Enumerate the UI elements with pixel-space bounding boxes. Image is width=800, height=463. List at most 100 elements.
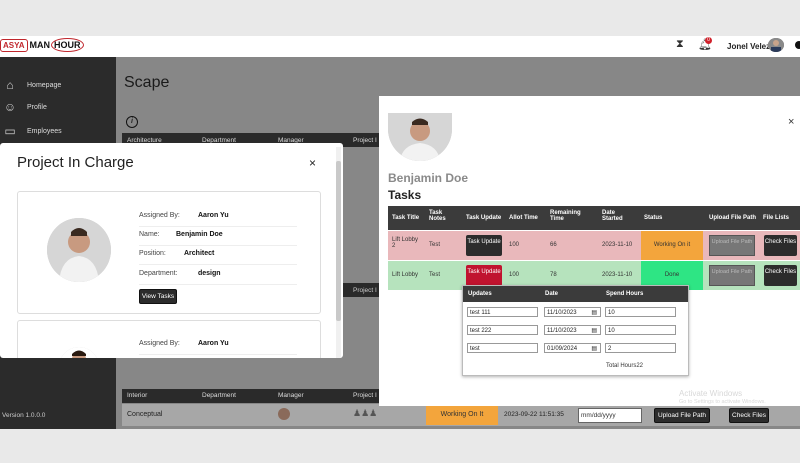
home-icon: ⌂ bbox=[6, 78, 14, 92]
update-date-input[interactable]: 01/09/2024 ▤ bbox=[544, 343, 601, 353]
employee-name: Benjamin Doe bbox=[388, 171, 469, 185]
column-header: Allot Time bbox=[509, 215, 538, 221]
column-header: Upload File Path bbox=[709, 215, 757, 221]
sidebar-item-label: Employees bbox=[27, 127, 62, 135]
user-avatar[interactable] bbox=[768, 38, 784, 52]
task-update-button[interactable]: Task Update bbox=[466, 235, 502, 256]
briefcase-icon: ▭ bbox=[4, 124, 16, 138]
update-text-input[interactable]: test 111 bbox=[467, 307, 538, 317]
view-tasks-button[interactable]: View Tasks bbox=[139, 289, 177, 304]
assigned-by-field: Assigned By: Aaron Yu bbox=[139, 208, 297, 227]
timestamp: 2023-09-22 11:51:35 bbox=[504, 411, 564, 418]
update-date-input[interactable]: 11/10/2023 ▤ bbox=[544, 307, 601, 317]
column-header: Status bbox=[644, 215, 663, 221]
name-field: Name: Benjamin Doe bbox=[139, 227, 297, 246]
employee-card: Assigned By: Aaron Yu bbox=[17, 320, 321, 358]
calendar-icon[interactable]: ▤ bbox=[591, 326, 597, 336]
row-category: Conceptual bbox=[127, 411, 163, 418]
user-name[interactable]: Jonel Velez bbox=[727, 42, 770, 51]
column-header: File Lists bbox=[763, 215, 790, 221]
check-files-button[interactable]: Check Files bbox=[729, 408, 769, 423]
hourglass-icon[interactable]: ⧗ bbox=[676, 38, 684, 51]
sidebar-item-homepage[interactable]: ⌂ Homepage bbox=[0, 75, 116, 95]
position-field: Position: Architect bbox=[139, 246, 297, 265]
total-hours: Total Hours22 bbox=[606, 363, 644, 369]
date-started: 2023-11-10 bbox=[602, 242, 633, 248]
notification-badge: 0 bbox=[705, 37, 712, 44]
column-header: Task Title bbox=[392, 215, 420, 221]
brand-logo[interactable]: ASYA MAN HOUR bbox=[0, 36, 84, 54]
remaining-time: 78 bbox=[550, 272, 557, 278]
sidebar-item-profile[interactable]: ☺ Profile bbox=[0, 97, 116, 117]
remaining-time: 66 bbox=[550, 242, 557, 248]
tasks-heading: Tasks bbox=[388, 188, 422, 202]
app-version: Version 1.0.0.0 bbox=[2, 412, 46, 419]
logo-part-3: HOUR bbox=[51, 38, 84, 52]
manager-avatar bbox=[278, 408, 290, 420]
tasks-table-header: Task Title Task Notes Task Update Allot … bbox=[388, 206, 800, 230]
modal-title: Project In Charge bbox=[17, 154, 134, 171]
team-avatars-icon: ♟♟♟ bbox=[353, 408, 378, 418]
check-files-button[interactable]: Check Files bbox=[764, 235, 797, 256]
column-header: Remaining Time bbox=[550, 210, 581, 222]
spend-hours-input[interactable]: 10 bbox=[605, 307, 676, 317]
sidebar-item-employees[interactable]: ▭ Employees bbox=[0, 121, 116, 141]
sidebar-item-label: Profile bbox=[27, 103, 47, 111]
check-files-button[interactable]: Check Files bbox=[764, 265, 797, 286]
task-title: Lift Lobby 2 bbox=[392, 237, 419, 249]
activation-watermark: Activate Windows bbox=[679, 389, 743, 398]
logo-part-2: MAN bbox=[29, 40, 51, 50]
scrollbar-thumb[interactable] bbox=[336, 161, 341, 321]
status-badge: Working On it bbox=[641, 231, 703, 260]
column-header: Department bbox=[202, 392, 236, 399]
column-header: Project I bbox=[353, 137, 377, 144]
updates-header: Updates Date Spend Hours bbox=[463, 286, 688, 302]
table-row: Conceptual ♟♟♟ Working On It 2023-09-22 … bbox=[122, 404, 800, 426]
upload-file-path-button[interactable]: Upload File Path bbox=[654, 408, 710, 423]
calendar-icon[interactable]: ▤ bbox=[591, 308, 597, 318]
info-icon[interactable]: i bbox=[126, 116, 138, 128]
upload-file-path-button[interactable]: Upload File Path bbox=[709, 265, 755, 286]
allot-time: 100 bbox=[509, 272, 520, 278]
date-started: 2023-11-10 bbox=[602, 272, 633, 278]
page-bottom-strip bbox=[0, 429, 800, 463]
column-header: Task Notes bbox=[429, 210, 446, 222]
employee-photo bbox=[47, 218, 111, 282]
task-notes: Test bbox=[429, 272, 441, 278]
calendar-icon[interactable]: ▤ bbox=[591, 344, 597, 354]
date-input[interactable]: mm/dd/yyyy bbox=[578, 408, 642, 423]
task-title: Lift Lobby bbox=[392, 272, 419, 278]
column-header: Task Update bbox=[466, 215, 502, 221]
task-notes: Test bbox=[429, 242, 441, 248]
project-column-header: Project I bbox=[343, 283, 379, 297]
browser-top-area bbox=[0, 0, 800, 36]
column-header: Updates bbox=[468, 291, 492, 297]
column-header: Date bbox=[545, 291, 559, 297]
update-text-input[interactable]: test 222 bbox=[467, 325, 538, 335]
close-icon[interactable]: × bbox=[309, 156, 316, 170]
employee-card: Assigned By: Aaron Yu Name: Benjamin Doe… bbox=[17, 191, 321, 314]
allot-time: 100 bbox=[509, 242, 520, 248]
column-header: Date Started bbox=[602, 210, 623, 222]
task-update-button[interactable]: Task Update bbox=[466, 265, 502, 286]
spend-hours-input[interactable]: 10 bbox=[605, 325, 676, 335]
status-badge: Working On It bbox=[426, 405, 498, 425]
profile-icon: ☺ bbox=[3, 100, 17, 114]
page-title: Scape bbox=[124, 74, 170, 91]
upload-file-path-button[interactable]: Upload File Path bbox=[709, 235, 755, 256]
sidebar-item-label: Homepage bbox=[27, 81, 62, 89]
column-header: Interior bbox=[127, 392, 148, 399]
table-row: Lift Lobby 2 Test Task Update 100 66 202… bbox=[388, 231, 800, 260]
spend-hours-input[interactable]: 2 bbox=[605, 343, 676, 353]
task-updates-popup: Updates Date Spend Hours test 111 11/10/… bbox=[462, 285, 689, 376]
department-field: Department: design bbox=[139, 266, 297, 285]
project-in-charge-modal: Project In Charge × Assigned By: Aaron Y… bbox=[0, 143, 343, 358]
employee-photo bbox=[59, 347, 99, 358]
modal-scrollbar[interactable] bbox=[336, 147, 341, 358]
close-icon[interactable]: × bbox=[788, 116, 794, 128]
update-date-input[interactable]: 11/10/2023 ▤ bbox=[544, 325, 601, 335]
column-header: Spend Hours bbox=[606, 291, 644, 297]
menu-dot-icon[interactable] bbox=[795, 41, 800, 49]
update-text-input[interactable]: test bbox=[467, 343, 538, 353]
logo-part-1: ASYA bbox=[0, 38, 28, 52]
